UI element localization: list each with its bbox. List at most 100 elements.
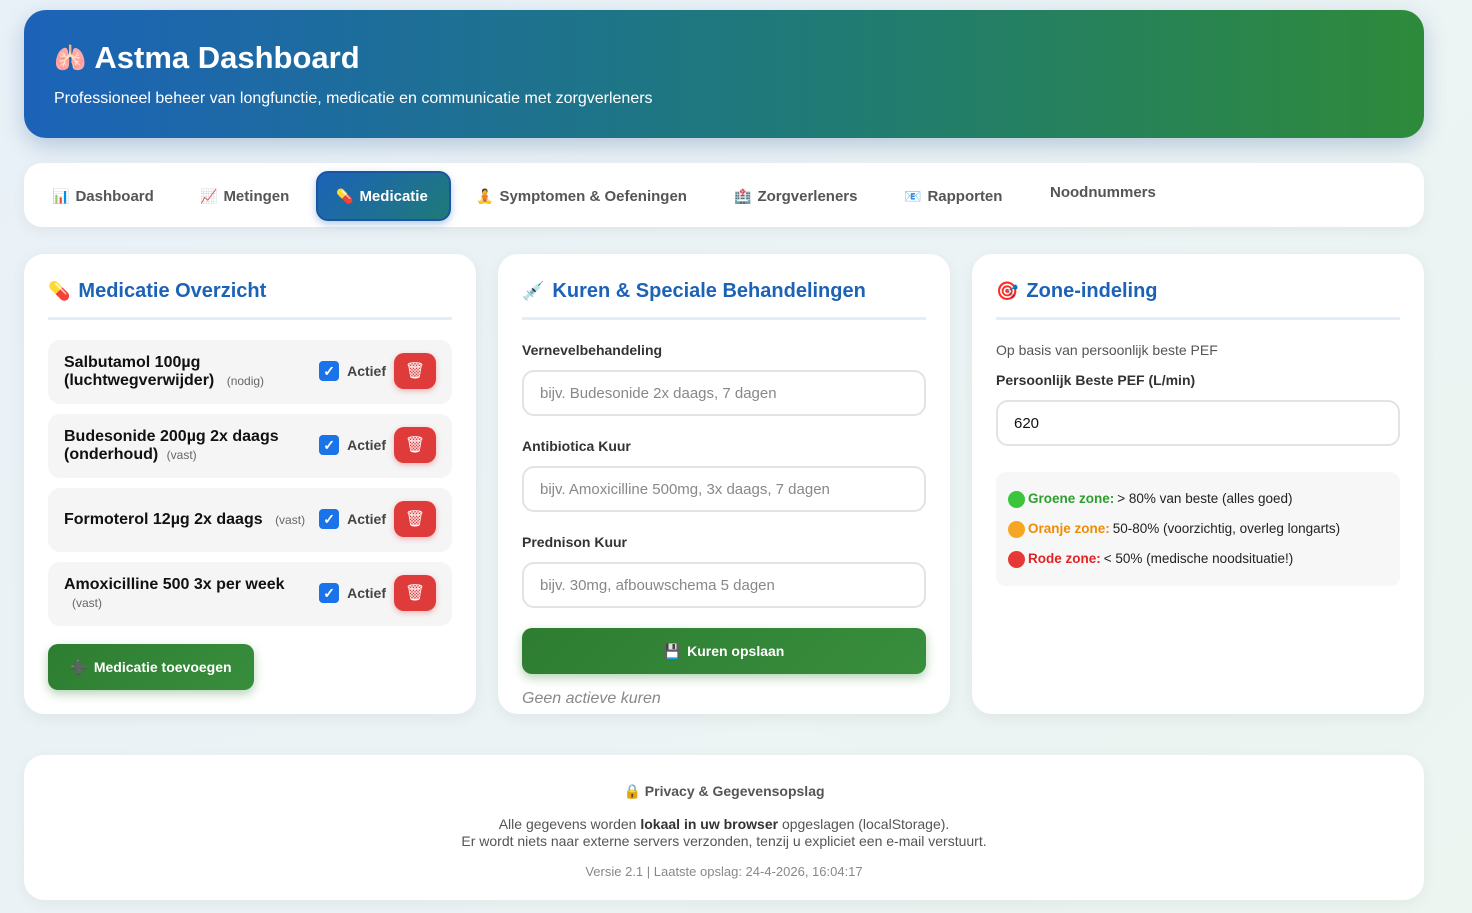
hospital-icon: 🏥: [734, 187, 752, 204]
zone-green: Groene zone: > 80% van beste (alles goed…: [1008, 484, 1388, 514]
medication-name: Budesonide 200µg 2x daags (onderhoud) (v…: [64, 428, 314, 464]
tab-dashboard[interactable]: 📊 Dashboard: [42, 171, 164, 221]
tab-noodnummers[interactable]: Noodnummers: [1040, 167, 1166, 217]
nebulizer-input[interactable]: bijv. Budesonide 2x daags, 7 dagen: [522, 370, 926, 416]
medication-controls: ✓ Actief 🗑: [319, 353, 436, 389]
medication-name-text: Formoterol 12µg 2x daags: [64, 511, 263, 528]
medication-name: Formoterol 12µg 2x daags (vast): [64, 511, 324, 529]
medication-controls: ✓ Actief 🗑: [319, 501, 436, 537]
add-medication-button[interactable]: ➕ Medicatie toevoegen: [48, 644, 254, 690]
medication-item: Salbutamol 100µg (luchtwegverwijder) (no…: [48, 340, 452, 404]
mail-icon: 📧: [904, 187, 922, 204]
delete-button[interactable]: 🗑: [394, 501, 436, 537]
active-checkbox[interactable]: ✓: [319, 509, 340, 529]
courses-title-text: Kuren & Speciale Behandelingen: [552, 280, 866, 302]
app-header: 🫁 Astma Dashboard Professioneel beheer v…: [24, 10, 1424, 138]
zone-list: Groene zone: > 80% van beste (alles goed…: [996, 472, 1400, 586]
medication-card: 💊 Medicatie Overzicht Salbutamol 100µg (…: [24, 254, 476, 714]
zones-title: 🎯 Zone-indeling: [996, 280, 1400, 320]
add-medication-label: Medicatie toevoegen: [93, 659, 232, 675]
orange-circle-icon: [1008, 520, 1025, 538]
privacy-title-text: Privacy & Gegevensopslag: [644, 783, 825, 799]
lock-icon: 🔒: [623, 783, 641, 799]
active-label: Actief: [347, 437, 386, 453]
syringe-icon: 💉: [522, 281, 545, 301]
privacy-line-1-pre: Alle gegevens worden: [498, 816, 637, 832]
nebulizer-label: Vernevelbehandeling: [522, 342, 663, 358]
zone-desc: 50-80% (voorzichtig, overleg longarts): [1112, 521, 1341, 536]
privacy-line-1: Alle gegevens worden lokaal in uw browse…: [24, 816, 1424, 833]
antibiotics-label: Antibiotica Kuur: [522, 438, 631, 454]
active-checkbox[interactable]: ✓: [319, 583, 340, 603]
medication-type: (vast): [72, 596, 102, 610]
pef-label: Persoonlijk Beste PEF (L/min): [996, 372, 1196, 388]
tab-label: Medicatie: [359, 187, 428, 205]
tab-label: Noodnummers: [1050, 183, 1156, 201]
page-title: 🫁 Astma Dashboard: [54, 40, 1394, 76]
delete-button[interactable]: 🗑: [394, 575, 436, 611]
pef-input[interactable]: 620: [996, 400, 1400, 446]
zone-name: Oranje zone:: [1028, 521, 1110, 536]
tab-rapporten[interactable]: 📧 Rapporten: [894, 171, 1012, 221]
medication-item: Formoterol 12µg 2x daags (vast) ✓ Actief…: [48, 488, 452, 552]
tab-metingen[interactable]: 📈 Metingen: [190, 171, 299, 221]
active-checkbox[interactable]: ✓: [319, 361, 340, 381]
tab-medicatie[interactable]: 💊 Medicatie: [316, 171, 451, 221]
target-icon: 🎯: [996, 281, 1019, 301]
privacy-line-1-bold: lokaal in uw browser: [640, 816, 779, 832]
tab-zorgverleners[interactable]: 🏥 Zorgverleners: [724, 171, 867, 221]
medication-type: (vast): [275, 513, 306, 527]
tab-label: Symptomen & Oefeningen: [499, 187, 687, 205]
page-title-text: Astma Dashboard: [94, 40, 360, 75]
medication-title: 💊 Medicatie Overzicht: [48, 280, 452, 320]
privacy-title: 🔒 Privacy & Gegevensopslag: [24, 783, 1424, 800]
medication-name: Amoxicilline 500 3x per week (vast): [64, 576, 309, 612]
courses-card: 💉 Kuren & Speciale Behandelingen Verneve…: [498, 254, 950, 714]
tab-label: Metingen: [223, 187, 290, 205]
zone-red: Rode zone: < 50% (medische noodsituatie!…: [1008, 544, 1388, 574]
lungs-icon: 🫁: [54, 42, 87, 73]
prednison-label: Prednison Kuur: [522, 534, 628, 550]
active-checkbox[interactable]: ✓: [319, 435, 340, 455]
tab-symptomen[interactable]: 🧘 Symptomen & Oefeningen: [466, 171, 697, 221]
medication-controls: ✓ Actief 🗑: [319, 427, 436, 463]
privacy-line-1-post: opgeslagen (localStorage).: [781, 816, 950, 832]
active-label: Actief: [347, 585, 386, 601]
tab-label: Zorgverleners: [757, 187, 858, 205]
no-courses-text: Geen actieve kuren: [522, 690, 661, 707]
pill-icon: 💊: [48, 281, 71, 301]
antibiotics-input[interactable]: bijv. Amoxicilline 500mg, 3x daags, 7 da…: [522, 466, 926, 512]
medication-item: Amoxicilline 500 3x per week (vast) ✓ Ac…: [48, 562, 452, 626]
save-courses-label: Kuren opslaan: [687, 643, 785, 659]
version-info: Versie 2.1 | Laatste opslag: 24-4-2026, …: [585, 864, 863, 879]
medication-controls: ✓ Actief 🗑: [319, 575, 436, 611]
plus-icon: ➕: [70, 658, 88, 675]
zone-desc: > 80% van beste (alles goed): [1117, 491, 1293, 506]
zone-desc: < 50% (medische noodsituatie!): [1103, 551, 1294, 566]
privacy-line-2: Er wordt niets naar externe servers verz…: [461, 833, 987, 849]
trash-icon: 🗑: [404, 437, 426, 454]
trash-icon: 🗑: [404, 511, 426, 528]
zones-card: 🎯 Zone-indeling Op basis van persoonlijk…: [972, 254, 1424, 714]
trend-icon: 📈: [200, 187, 218, 204]
tab-label: Rapporten: [927, 187, 1003, 205]
zone-orange: Oranje zone: 50-80% (voorzichtig, overle…: [1008, 514, 1388, 544]
zones-subtitle: Op basis van persoonlijk beste PEF: [996, 342, 1218, 358]
floppy-disk-icon: 💾: [663, 642, 682, 659]
medication-type: (nodig): [226, 374, 265, 388]
zones-title-text: Zone-indeling: [1026, 280, 1158, 302]
save-courses-button[interactable]: 💾 Kuren opslaan: [522, 628, 926, 674]
medication-title-text: Medicatie Overzicht: [78, 280, 267, 302]
trash-icon: 🗑: [404, 363, 426, 380]
zone-name: Rode zone:: [1028, 551, 1101, 566]
delete-button[interactable]: 🗑: [394, 353, 436, 389]
medication-type: (vast): [166, 448, 197, 462]
tab-label: Dashboard: [75, 187, 154, 205]
prednison-input[interactable]: bijv. 30mg, afbouwschema 5 dagen: [522, 562, 926, 608]
meditation-icon: 🧘: [476, 187, 494, 204]
delete-button[interactable]: 🗑: [394, 427, 436, 463]
main-nav: 📊 Dashboard 📈 Metingen 💊 Medicatie 🧘 Sym…: [24, 163, 1424, 227]
medication-item: Budesonide 200µg 2x daags (onderhoud) (v…: [48, 414, 452, 478]
courses-title: 💉 Kuren & Speciale Behandelingen: [522, 280, 926, 320]
pill-icon: 💊: [336, 187, 354, 204]
